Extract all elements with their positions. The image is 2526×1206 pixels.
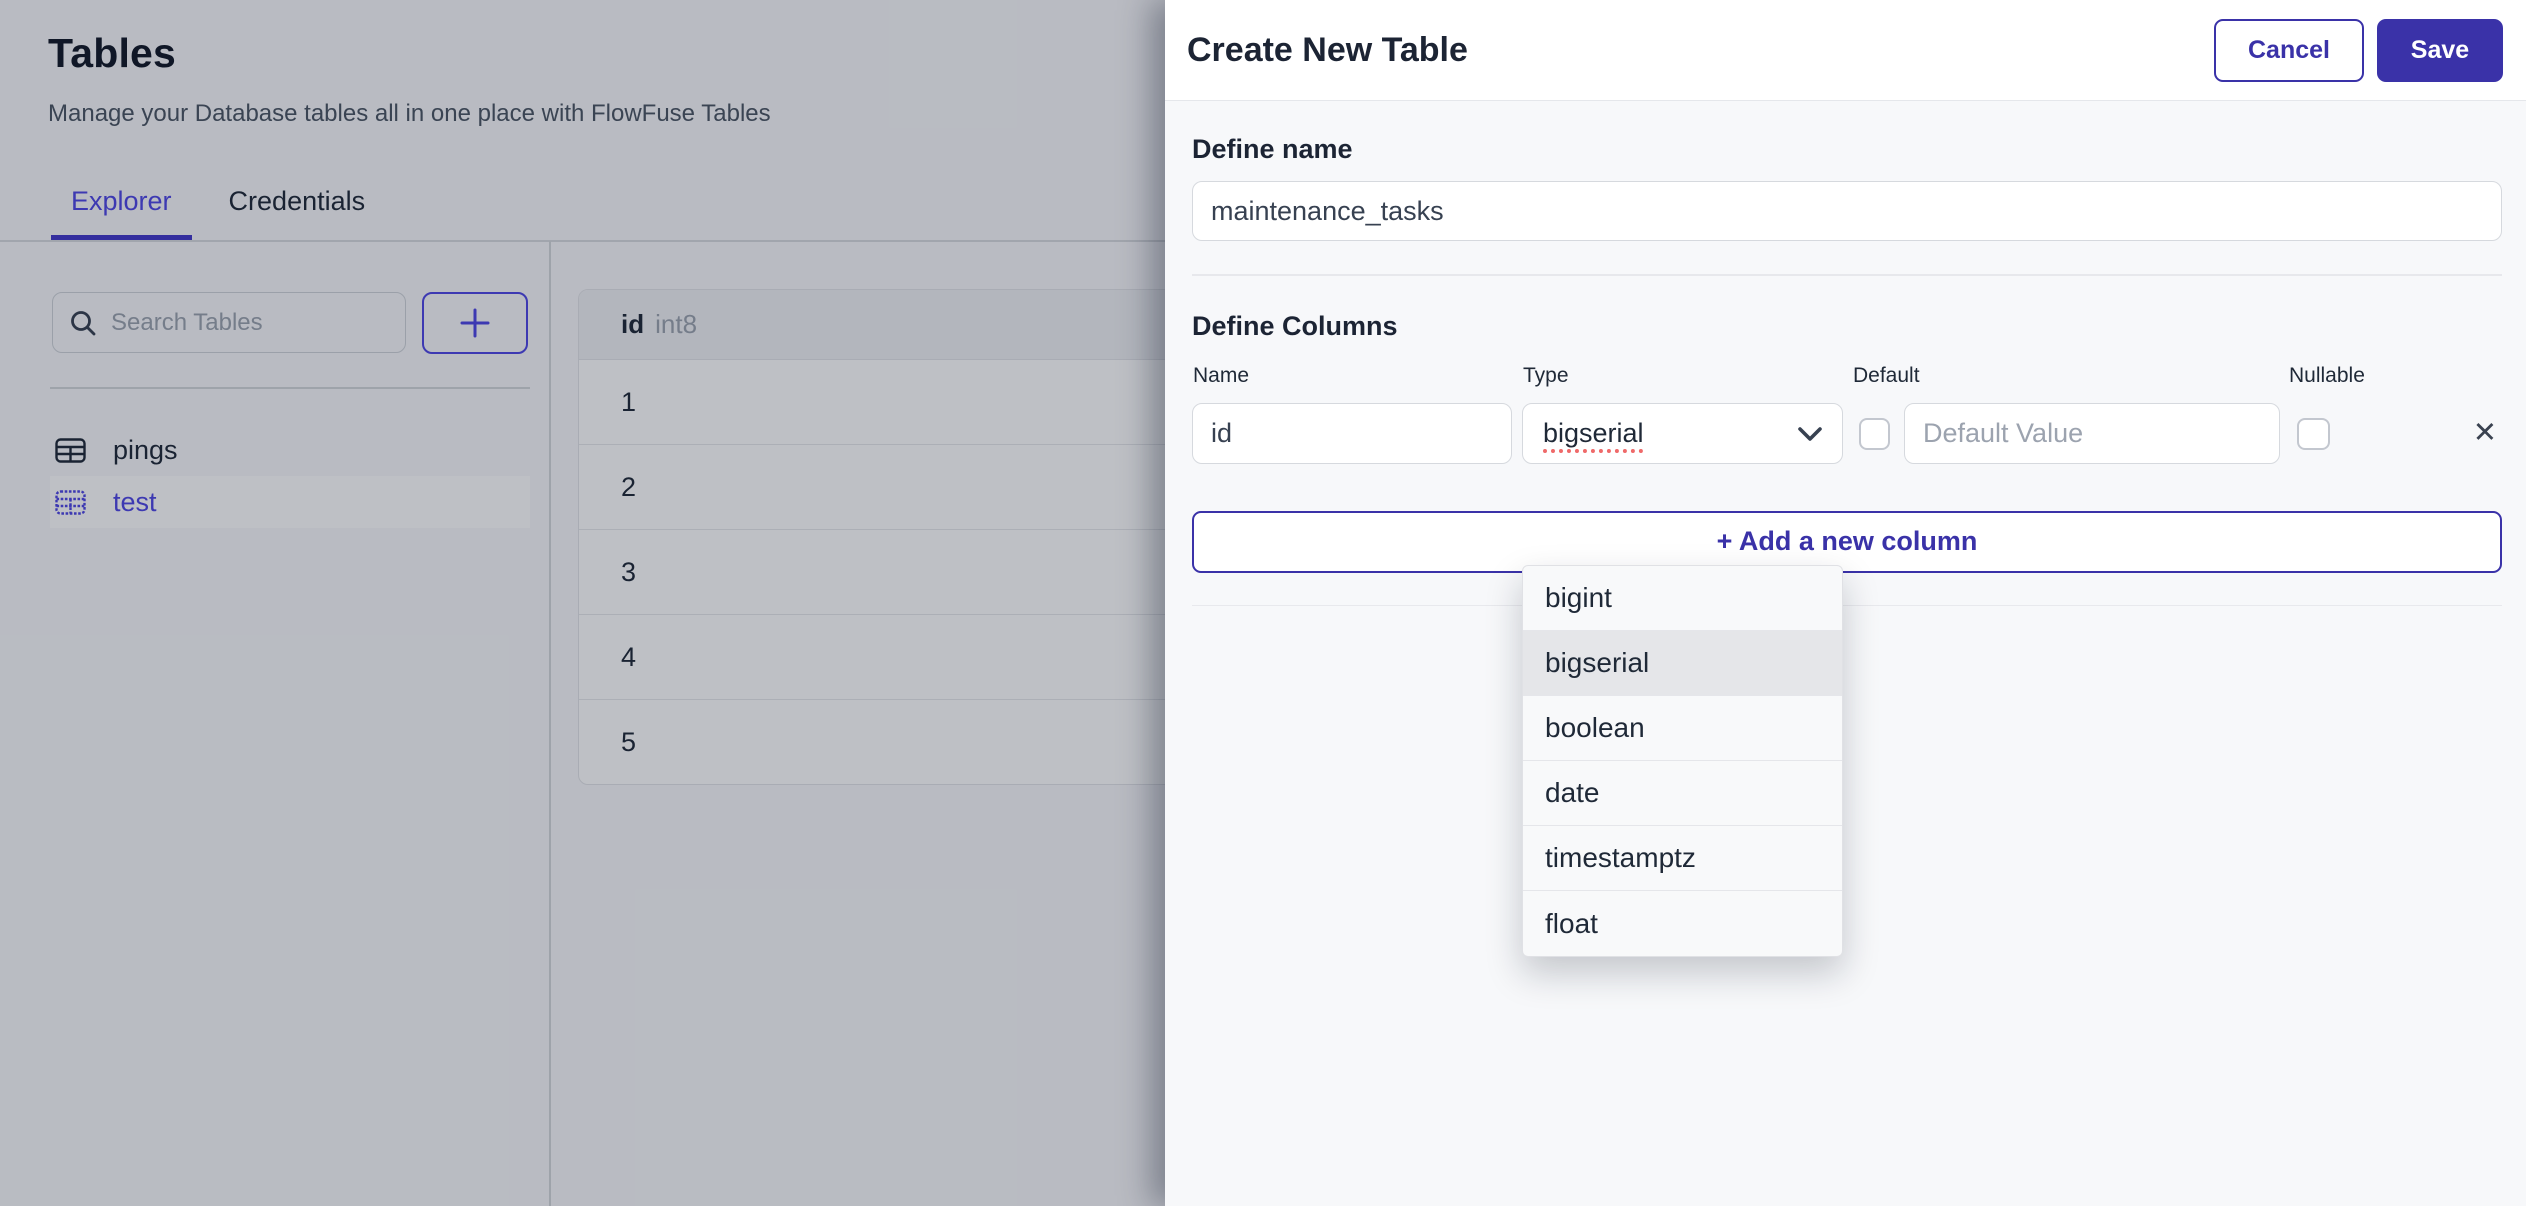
panel-body: Define name Define Columns Name Type Def…	[1165, 101, 2526, 957]
create-new-table-panel: Create New Table Cancel Save Define name…	[1165, 0, 2526, 1206]
column-definition-row: bigserial ✕	[1192, 403, 2502, 465]
nullable-checkbox[interactable]	[2297, 417, 2330, 450]
type-select-value: bigserial	[1543, 418, 1644, 448]
define-columns-heading: Define Columns	[1192, 310, 1398, 341]
type-dropdown-menu: bigint bigserial boolean date timestampt…	[1522, 565, 1843, 957]
label-default: Default	[1853, 363, 1920, 387]
type-option-date[interactable]: date	[1523, 761, 1842, 826]
label-type: Type	[1523, 363, 1569, 387]
type-option-bigint[interactable]: bigint	[1523, 566, 1842, 631]
default-checkbox[interactable]	[1859, 417, 1890, 450]
label-name: Name	[1193, 363, 1250, 387]
modal-dim-overlay[interactable]	[0, 0, 1165, 1206]
bottom-divider	[1192, 604, 2502, 606]
column-type-select[interactable]: bigserial	[1522, 403, 1843, 464]
column-name-input[interactable]	[1192, 403, 1512, 464]
type-option-timestamptz[interactable]: timestamptz	[1523, 826, 1842, 891]
panel-header: Create New Table Cancel Save	[1165, 0, 2526, 101]
type-option-bigserial[interactable]: bigserial	[1523, 631, 1842, 696]
type-option-boolean[interactable]: boolean	[1523, 696, 1842, 761]
define-name-heading: Define name	[1192, 134, 1353, 164]
label-nullable: Nullable	[2289, 363, 2365, 387]
panel-title: Create New Table	[1187, 30, 1468, 69]
column-field-labels: Name Type Default Nullable	[1192, 364, 2502, 391]
type-option-float[interactable]: float	[1523, 891, 1842, 956]
cancel-button[interactable]: Cancel	[2214, 18, 2364, 82]
add-column-button[interactable]: + Add a new column	[1192, 510, 2502, 573]
save-button[interactable]: Save	[2377, 18, 2503, 82]
delete-column-icon[interactable]: ✕	[2473, 419, 2497, 448]
chevron-down-icon	[1796, 425, 1824, 443]
table-name-input[interactable]	[1192, 181, 2502, 241]
default-value-input[interactable]	[1904, 403, 2280, 464]
